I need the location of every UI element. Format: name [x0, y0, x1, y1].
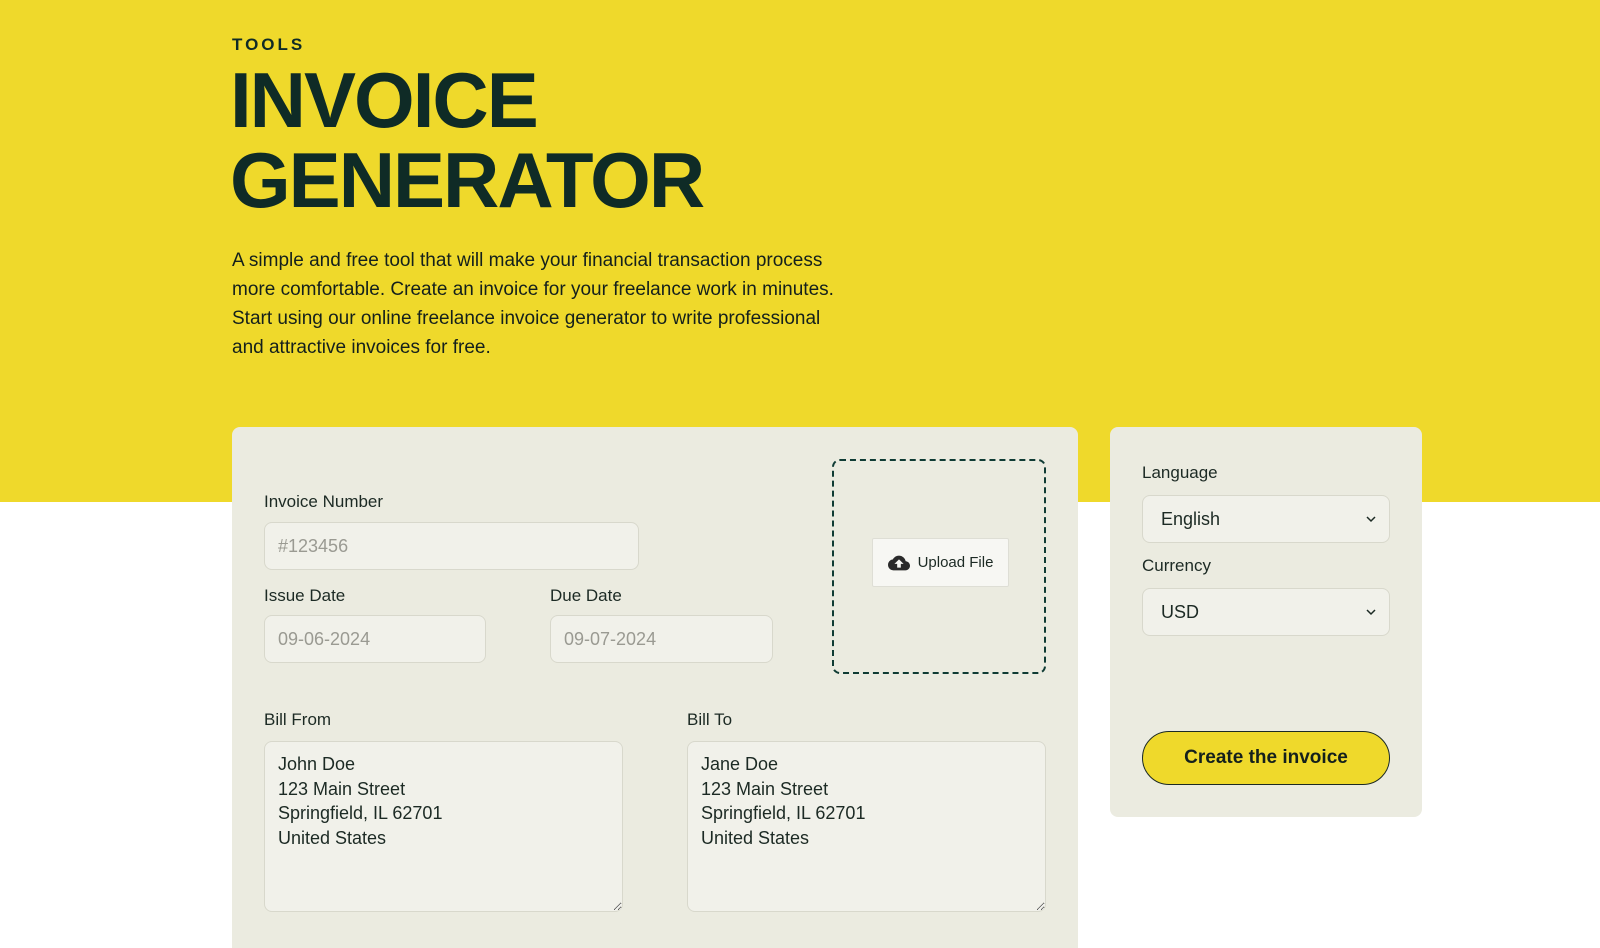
issue-date-label: Issue Date: [264, 586, 346, 605]
create-invoice-button[interactable]: Create the invoice: [1142, 731, 1390, 785]
page-title: INVOICE GENERATOR: [230, 56, 705, 224]
chevron-down-icon: [1366, 609, 1376, 616]
language-label: Language: [1142, 463, 1218, 482]
due-date-label: Due Date: [550, 586, 622, 605]
upload-dropzone[interactable]: Upload File: [832, 459, 1046, 674]
currency-select[interactable]: USD: [1142, 588, 1390, 636]
issue-date-input[interactable]: [264, 615, 486, 663]
bill-to-label: Bill To: [687, 710, 733, 729]
chevron-down-icon: [1366, 516, 1376, 523]
bill-from-label: Bill From: [264, 710, 332, 729]
currency-label: Currency: [1142, 556, 1211, 575]
cloud-upload-icon: [887, 555, 910, 570]
upload-file-label: Upload File: [917, 554, 994, 571]
currency-value: USD: [1161, 601, 1200, 622]
section-eyebrow: TOOLS: [232, 35, 306, 54]
upload-file-button[interactable]: Upload File: [872, 538, 1009, 587]
page-title-line-1: INVOICE: [230, 56, 539, 144]
bill-from-textarea[interactable]: [264, 741, 623, 912]
page-description: A simple and free tool that will make yo…: [232, 250, 834, 358]
language-select[interactable]: English: [1142, 495, 1390, 543]
bill-to-textarea[interactable]: [687, 741, 1046, 912]
page-title-line-2: GENERATOR: [230, 136, 705, 224]
invoice-number-input[interactable]: [264, 522, 639, 570]
settings-card: Language English Currency USD Create the…: [1110, 427, 1422, 817]
invoice-number-label: Invoice Number: [264, 492, 384, 511]
language-value: English: [1161, 508, 1221, 529]
due-date-input[interactable]: [550, 615, 773, 663]
